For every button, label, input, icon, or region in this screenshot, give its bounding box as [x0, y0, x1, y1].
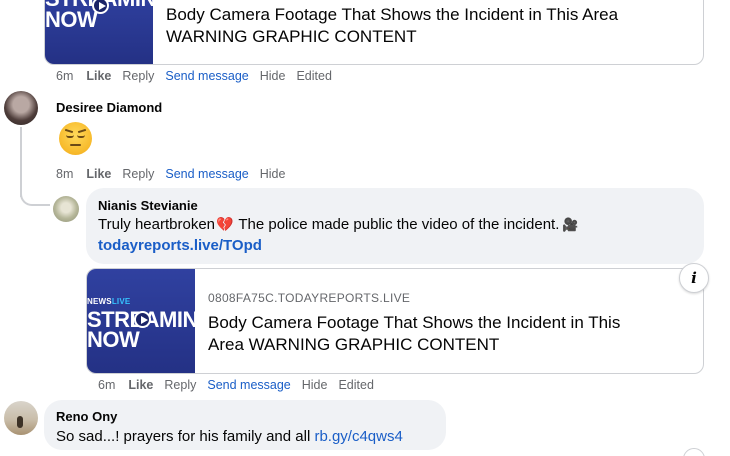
avatar[interactable]: [4, 401, 38, 435]
like-button[interactable]: Like: [86, 167, 111, 181]
commenter-name[interactable]: Desiree Diamond: [56, 100, 162, 115]
comment-link[interactable]: todayreports.live/TOpd: [98, 237, 262, 254]
avatar[interactable]: [53, 196, 79, 222]
reply-button[interactable]: Reply: [164, 378, 196, 392]
comment-actions: 8m Like Reply Send message Hide: [56, 167, 296, 181]
comment-link[interactable]: rb.gy/c4qws4: [314, 428, 402, 445]
send-message-button[interactable]: Send message: [165, 167, 248, 181]
thumbnail-text-2: NOW: [87, 327, 140, 352]
hide-button[interactable]: Hide: [260, 69, 286, 83]
comment-text: Truly heartbroken💔 The police made publi…: [98, 216, 579, 233]
send-message-button[interactable]: Send message: [207, 378, 290, 392]
thumbnail-text-2: NOW: [45, 7, 98, 32]
pensive-face-icon: [59, 122, 92, 155]
reply-button[interactable]: Reply: [122, 69, 154, 83]
thumbnail-label: NEWSLIVE: [87, 297, 131, 306]
link-preview-title: Body Camera Footage That Shows the Incid…: [208, 313, 621, 332]
avatar[interactable]: [4, 91, 38, 125]
link-preview-card[interactable]: NEWSLIVE STREAMIN NOW 0808FA75C.TODAYREP…: [86, 268, 704, 374]
link-preview-thumbnail: NEWSLIVE STREAMIN NOW: [87, 269, 195, 373]
movie-camera-icon: 🎥: [562, 217, 579, 232]
hide-button[interactable]: Hide: [260, 167, 286, 181]
link-preview-title-line2: Area WARNING GRAPHIC CONTENT: [208, 335, 500, 354]
commenter-name[interactable]: Nianis Stevianie: [98, 198, 198, 213]
thread-connector: [20, 180, 50, 206]
link-preview-title: Body Camera Footage That Shows the Incid…: [166, 5, 619, 24]
like-button[interactable]: Like: [86, 69, 111, 83]
comment-actions: 6m Like Reply Send message Hide Edited: [56, 69, 343, 83]
broken-heart-icon: 💔: [216, 216, 234, 232]
info-icon[interactable]: i: [679, 263, 709, 293]
play-icon: [134, 311, 151, 328]
edited-label[interactable]: Edited: [338, 378, 373, 392]
edited-label[interactable]: Edited: [296, 69, 331, 83]
link-preview-title-line2: WARNING GRAPHIC CONTENT: [166, 27, 417, 46]
timestamp[interactable]: 6m: [98, 378, 115, 392]
comment-bubble: Reno Ony So sad...! prayers for his fami…: [44, 400, 446, 450]
link-preview-domain: 0808FA75C.TODAYREPORTS.LIVE: [208, 291, 411, 305]
more-options-button[interactable]: [683, 448, 705, 456]
comment-actions: 6m Like Reply Send message Hide Edited: [98, 378, 385, 392]
reply-button[interactable]: Reply: [122, 167, 154, 181]
comment-bubble: Nianis Stevianie Truly heartbroken💔 The …: [86, 188, 704, 264]
timestamp[interactable]: 6m: [56, 69, 73, 83]
like-button[interactable]: Like: [128, 378, 153, 392]
hide-button[interactable]: Hide: [302, 378, 328, 392]
link-preview-card[interactable]: STREAMIN NOW Body Camera Footage That Sh…: [44, 0, 704, 65]
link-preview-thumbnail: STREAMIN NOW: [45, 0, 153, 64]
timestamp[interactable]: 8m: [56, 167, 73, 181]
commenter-name[interactable]: Reno Ony: [56, 409, 117, 424]
send-message-button[interactable]: Send message: [165, 69, 248, 83]
comment-text: So sad...! prayers for his family and al…: [56, 428, 403, 445]
